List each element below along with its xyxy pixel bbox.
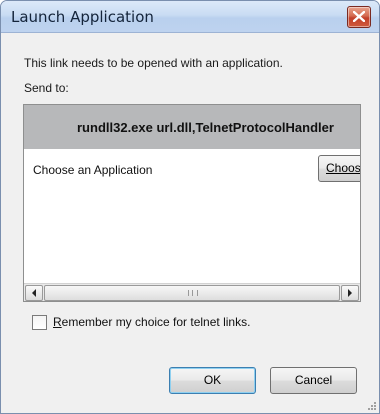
arrow-right-icon [348,289,352,297]
cancel-button[interactable]: Cancel [270,367,357,394]
remember-accesskey: R [53,315,62,329]
remember-choice-checkbox[interactable] [32,315,47,330]
window-title: Launch Application [11,8,154,26]
remember-choice-label[interactable]: Remember my choice for telnet links. [53,315,250,329]
choose-application-label: Choose an Application [33,163,153,177]
send-to-label: Send to: [24,81,69,95]
command-band: rundll32.exe url.dll,TelnetProtocolHandl… [24,105,360,149]
command-text: rundll32.exe url.dll,TelnetProtocolHandl… [77,120,334,135]
title-bar[interactable]: Launch Application [1,1,379,33]
application-chooser-panel: rundll32.exe url.dll,TelnetProtocolHandl… [23,104,361,302]
remember-label-text: emember my choice for telnet links. [61,315,251,329]
dialog-message: This link needs to be opened with an app… [24,56,283,70]
launch-application-dialog: Launch Application This link needs to be… [0,0,380,414]
close-icon [353,11,365,22]
ok-button[interactable]: OK [169,367,256,394]
arrow-left-icon [32,289,36,297]
scroll-left-button[interactable] [25,285,43,301]
choose-button-label: Choose... [326,161,361,175]
scrollbar-thumb[interactable] [44,285,340,301]
choose-application-button[interactable]: Choose... [318,155,361,182]
scroll-right-button[interactable] [341,285,359,301]
horizontal-scrollbar[interactable] [24,283,360,301]
resize-grip-icon[interactable] [366,400,377,411]
close-button[interactable] [347,6,371,28]
grip-icon [188,290,198,296]
